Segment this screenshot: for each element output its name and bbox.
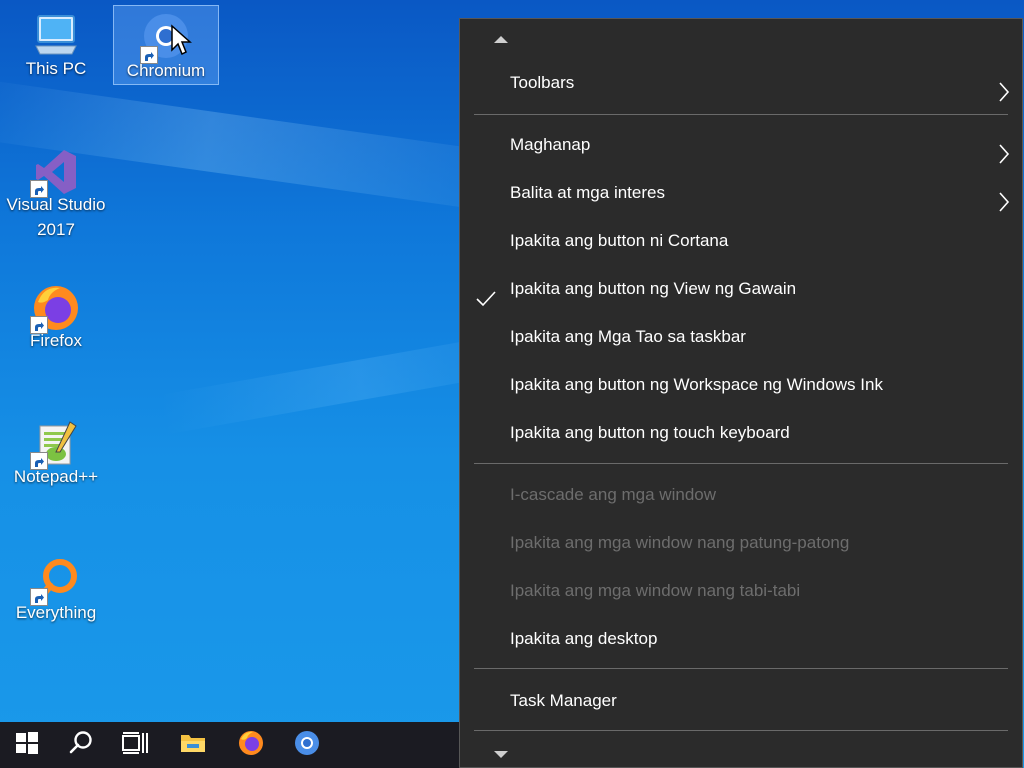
menu-item-label: Ipakita ang button ng View ng Gawain	[510, 279, 797, 298]
desktop-icon-everything[interactable]: Everything	[4, 548, 108, 628]
menu-item-stacked-windows: Ipakita ang mga window nang patung-paton…	[460, 519, 1022, 567]
firefox-taskbar-button[interactable]	[224, 722, 278, 768]
file-explorer-icon	[179, 731, 207, 760]
menu-item-people-taskbar[interactable]: Ipakita ang Mga Tao sa taskbar	[460, 313, 1022, 361]
desktop-icon-firefox[interactable]: Firefox	[4, 276, 108, 356]
firefox-icon	[30, 282, 82, 334]
file-explorer-button[interactable]	[166, 722, 220, 768]
menu-item-cascade-windows: I-cascade ang mga window	[460, 471, 1022, 519]
search-icon	[68, 730, 94, 761]
menu-item-cortana-button[interactable]: Ipakita ang button ni Cortana	[460, 217, 1022, 265]
menu-item-label: Toolbars	[510, 73, 575, 92]
shortcut-arrow-icon	[30, 316, 48, 334]
menu-item-label: Balita at mga interes	[510, 183, 665, 202]
menu-item-task-view-button[interactable]: Ipakita ang button ng View ng Gawain	[460, 265, 1022, 313]
menu-item-maghanap[interactable]: Maghanap	[460, 121, 1022, 169]
menu-item-label: Ipakita ang button ng Workspace ng Windo…	[510, 375, 883, 394]
desktop-icon-visual-studio[interactable]: Visual Studio 2017	[4, 140, 108, 246]
computer-icon	[30, 10, 82, 62]
desktop-icon-label: 2017	[37, 220, 75, 239]
windows-start-icon	[15, 731, 39, 760]
menu-separator	[474, 668, 1008, 669]
desktop-icon-notepad-plus-plus[interactable]: Notepad++	[4, 412, 108, 492]
firefox-icon	[237, 729, 265, 762]
shortcut-arrow-icon	[30, 452, 48, 470]
menu-item-show-desktop[interactable]: Ipakita ang desktop	[460, 615, 1022, 663]
task-view-button[interactable]	[108, 722, 162, 768]
menu-item-label: Ipakita ang Mga Tao sa taskbar	[510, 327, 746, 346]
desktop-icon-chromium[interactable]: Chromium	[113, 5, 219, 85]
menu-item-task-manager[interactable]: Task Manager	[460, 677, 1022, 725]
menu-item-side-by-side-windows: Ipakita ang mga window nang tabi-tabi	[460, 567, 1022, 615]
scroll-up-arrow-icon[interactable]	[493, 31, 509, 49]
taskbar-context-menu: Toolbars Maghanap Balita at mga interes …	[459, 18, 1023, 768]
desktop-icon-this-pc[interactable]: This PC	[4, 4, 108, 82]
menu-item-touch-keyboard-button[interactable]: Ipakita ang button ng touch keyboard	[460, 409, 1022, 457]
menu-separator	[474, 730, 1008, 731]
chromium-taskbar-button[interactable]	[280, 722, 334, 768]
menu-item-label: Ipakita ang desktop	[510, 629, 658, 648]
chromium-icon	[293, 729, 321, 762]
menu-item-balita[interactable]: Balita at mga interes	[460, 169, 1022, 217]
menu-item-label: Task Manager	[510, 691, 617, 710]
scroll-down-arrow-icon[interactable]	[493, 747, 509, 765]
shortcut-arrow-icon	[30, 180, 48, 198]
everything-icon	[30, 554, 82, 606]
menu-item-label: Ipakita ang mga window nang patung-paton…	[510, 533, 850, 552]
menu-item-label: Ipakita ang button ng touch keyboard	[510, 423, 790, 442]
task-view-icon	[121, 731, 149, 760]
search-button[interactable]	[54, 722, 108, 768]
menu-item-toolbars[interactable]: Toolbars	[460, 59, 1022, 107]
menu-separator	[474, 463, 1008, 464]
start-button[interactable]	[0, 722, 54, 768]
shortcut-arrow-icon	[30, 588, 48, 606]
menu-separator	[474, 114, 1008, 115]
menu-item-label: Ipakita ang button ni Cortana	[510, 231, 729, 250]
menu-item-label: Maghanap	[510, 135, 591, 154]
menu-item-label: I-cascade ang mga window	[510, 485, 717, 504]
menu-item-label: Ipakita ang mga window nang tabi-tabi	[510, 581, 801, 600]
visual-studio-icon	[30, 146, 82, 198]
shortcut-arrow-icon	[140, 46, 158, 64]
taskbar	[0, 722, 460, 768]
menu-item-windows-ink-button[interactable]: Ipakita ang button ng Workspace ng Windo…	[460, 361, 1022, 409]
mouse-cursor-icon	[170, 24, 192, 63]
notepad-plus-plus-icon	[30, 418, 82, 470]
